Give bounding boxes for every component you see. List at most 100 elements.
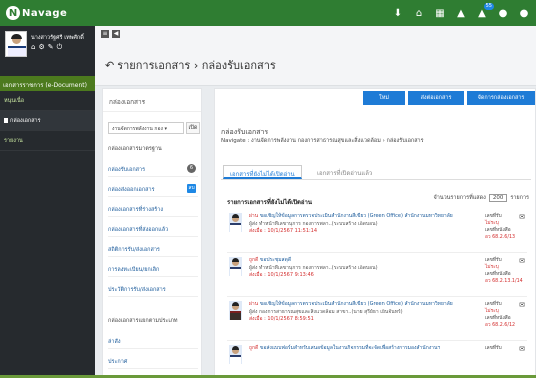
manage-box-button[interactable]: จัดการกล่องเอกสาร: [467, 91, 535, 105]
row-status: เลขที่รับ: [485, 345, 502, 352]
row-subject[interactable]: ขอเชิญให้ข้อมูลการตรวจประเมินสำนักงานสีเ…: [260, 301, 453, 307]
logo-text: Navage: [22, 7, 68, 19]
row-status: เลขที่รับ ไม่ระบุ เลขที่หนังสือ อว 68.2.6/1…: [485, 213, 515, 241]
action-bar: ใหม่ ส่งต่อเอกสาร จัดการกล่องเอกสาร: [215, 89, 536, 107]
row-sender: ผู้ส่ง กองการสาธารณสุขและสิ่งแวดล้อม สาข…: [249, 308, 403, 315]
table-row[interactable]: ถูกดี ขอประชุมสดุดี ผู้ส่ง ทำหน้าที่เลขาน…: [227, 253, 527, 297]
profile-actions: ⌂ ⚙ ✎ ⏻: [31, 43, 62, 52]
mailbox-item-label: กล่องส่งออกเอกสาร: [108, 187, 155, 193]
tab-read[interactable]: เอกสารที่เปิดอ่านแล้ว: [311, 165, 378, 179]
row-status: เลขที่รับไม่ระบุเลขที่หนังสืออว 68.2.13.…: [485, 257, 523, 285]
doc-number: อว 68.2.13.1/14: [485, 279, 523, 284]
forward-button[interactable]: ส่งต่อเอกสาร: [408, 91, 464, 105]
page-size-suffix: รายการ: [510, 195, 529, 201]
new-button[interactable]: ใหม่: [363, 91, 405, 105]
envelope-icon[interactable]: ✉: [519, 257, 525, 265]
table-row[interactable]: ผ่าน ขอเชิญให้ข้อมูลการตรวจประเมินสำนักง…: [227, 209, 527, 253]
mailbox-count-badge: 6: [187, 164, 196, 173]
page-title: ↶ รายการเอกสาร › กล่องรับเอกสาร: [105, 56, 276, 74]
top-navbar: N Navage ⬇ ⌂ ▦ ▲ ▲ 55 ● ●: [0, 0, 536, 26]
mailbox-item[interactable]: กล่องส่งออกเอกสาร ลบ: [108, 181, 198, 197]
user-name: นางสาวรัฐศรี เทพศักดิ์: [31, 35, 84, 41]
envelope-icon[interactable]: ✉: [519, 301, 525, 309]
row-content: ผ่าน ขอเชิญให้ข้อมูลการตรวจประเมินสำนักง…: [249, 301, 454, 324]
sidebar-item[interactable]: รายงาน: [0, 131, 95, 151]
menu-toggle-icon[interactable]: ≡: [101, 30, 109, 38]
receipt-label: เลขที่รับ: [485, 258, 502, 263]
table-row[interactable]: ถูกดี ขอส่งแบบฟอร์มสำหรับเสนอข้อมูลในงาน…: [227, 341, 527, 378]
mailbox-item[interactable]: สถิติการรับ/ส่งเอกสาร: [108, 241, 198, 257]
receipt-status: ไม่ระบุ: [485, 265, 499, 270]
receipt-status: ไม่ระบุ: [485, 309, 499, 314]
group-standard-title: กล่องเอกสารมาตรฐาน: [108, 146, 162, 152]
inbox-panel: ใหม่ ส่งต่อเอกสาร จัดการกล่องเอกสาร กล่องร…: [214, 88, 536, 378]
mailbox-item-label: ประวัติการรับ/ส่งเอกสาร: [108, 287, 166, 293]
page-size-control: จำนวนรายการที่แสดง 200 รายการ: [434, 194, 529, 202]
row-priority: ผ่าน: [249, 213, 259, 219]
row-priority: ถูกดี: [249, 257, 259, 263]
sender-avatar: [229, 345, 242, 364]
chat-icon[interactable]: ●: [497, 8, 509, 19]
back-arrow-icon[interactable]: ↶: [105, 59, 114, 72]
notification-icon[interactable]: ▲ 55: [476, 2, 494, 19]
tab-unread[interactable]: เอกสารที่ยังไม่ได้เปิดอ่าน: [223, 165, 302, 179]
mailbox-panel: กล่องเอกสาร งานจัดการพลังงาน กอง ▾ เปิด …: [102, 88, 202, 378]
receipt-label: เลขที่รับ: [485, 302, 502, 307]
mailbox-panel-title: กล่องเอกสาร: [109, 98, 146, 106]
row-subject[interactable]: ขอประชุมสดุดี: [260, 257, 291, 263]
sidebar-item[interactable]: กล่องเอกสาร: [0, 111, 95, 131]
mailbox-item-label: กล่องเอกสารที่ส่งออกแล้ว: [108, 227, 169, 233]
row-subject[interactable]: ขอส่งแบบฟอร์มสำหรับเสนอข้อมูลในงานกิจกรร…: [260, 345, 440, 351]
mailbox-item[interactable]: กล่องรับเอกสาร 6: [108, 161, 198, 177]
logout-icon[interactable]: ⏻: [57, 43, 63, 52]
bell-icon[interactable]: ▲: [455, 8, 467, 19]
mailbox-item-label: กล่องเอกสารที่ร่างสร้าง: [108, 207, 164, 213]
sidebar-item[interactable]: หนุนเนื่อ: [0, 91, 95, 111]
collapse-icon[interactable]: ◀: [112, 30, 120, 38]
row-content: ถูกดี ขอประชุมสดุดี ผู้ส่ง ทำหน้าที่เลขาน…: [249, 257, 454, 280]
user-icon[interactable]: ●: [518, 8, 530, 19]
doc-number: อว 68.2.6/12: [485, 323, 516, 328]
mailbox-type-item[interactable]: ประกาศ: [108, 353, 198, 369]
row-content: ผ่าน ขอเชิญให้ข้อมูลการตรวจประเมินสำนักง…: [249, 213, 454, 236]
row-priority: ผ่าน: [249, 301, 259, 307]
sidebar-item-label: รายงาน: [4, 138, 23, 144]
envelope-icon[interactable]: ✉: [519, 213, 525, 221]
row-priority: ถูกดี: [249, 345, 259, 351]
row-subject[interactable]: ขอเชิญให้ข้อมูลการตรวจประเมินสำนักงานสีเ…: [260, 213, 453, 219]
download-icon[interactable]: ⬇: [392, 8, 404, 19]
table-row[interactable]: ผ่าน ขอเชิญให้ข้อมูลการตรวจประเมินสำนักง…: [227, 297, 527, 341]
row-sender: ผู้ส่ง ทำหน้าที่เลขานุการ กองการพลา..(ระ…: [249, 264, 378, 271]
group-type-title: กล่องเอกสารแยกตามประเภท: [108, 318, 178, 324]
row-status: เลขที่รับ ไม่ระบุ เลขที่หนังสือ อว 68.2.6/1…: [485, 301, 515, 329]
mailbox-item[interactable]: การลงทะเบียน/ยกเลิก: [108, 261, 198, 277]
row-date: ส่งเมื่อ : 10/1/2567 11:51:14: [249, 228, 318, 234]
page-size-select[interactable]: 200: [488, 194, 508, 202]
mailbox-item[interactable]: กล่องเอกสารที่ส่งออกแล้ว: [108, 221, 198, 237]
home-icon[interactable]: ⌂: [413, 8, 425, 19]
breadcrumb: Navigate : งานจัดการพลังงาน กองการสาธารณ…: [221, 138, 424, 144]
mailbox-item[interactable]: ประวัติการรับ/ส่งเอกสาร: [108, 281, 198, 297]
settings-icon[interactable]: ⚙: [38, 43, 44, 52]
left-sidebar: นางสาวรัฐศรี เทพศักดิ์ ⌂ ⚙ ✎ ⏻ เอกสารราช…: [0, 26, 95, 378]
user-profile: นางสาวรัฐศรี เทพศักดิ์ ⌂ ⚙ ✎ ⏻: [0, 26, 95, 76]
home-icon[interactable]: ⌂: [31, 43, 35, 52]
app-logo[interactable]: N Navage: [0, 0, 100, 26]
department-select[interactable]: งานจัดการพลังงาน กอง ▾: [108, 122, 184, 134]
row-content: ถูกดี ขอส่งแบบฟอร์มสำหรับเสนอข้อมูลในงาน…: [249, 345, 454, 353]
edit-icon[interactable]: ✎: [48, 43, 54, 52]
sidebar-section-edocument[interactable]: เอกสารราชการ (e-Document): [0, 76, 95, 91]
sidebar-item-label: หนุนเนื่อ: [4, 98, 25, 104]
sender-avatar: [229, 213, 242, 232]
receipt-label: เลขที่รับ: [485, 346, 502, 351]
calendar-icon[interactable]: ▦: [434, 8, 446, 19]
open-button[interactable]: เปิด: [186, 122, 200, 134]
mailbox-type-item[interactable]: ล่าสัง: [108, 333, 198, 349]
doc-number-label: เลขที่หนังสือ: [485, 272, 511, 277]
mailbox-type-label: ล่าสัง: [108, 339, 121, 345]
avatar[interactable]: [5, 31, 27, 57]
document-icon: [4, 118, 8, 123]
envelope-icon[interactable]: ✉: [519, 345, 525, 353]
mailbox-item[interactable]: กล่องเอกสารที่ร่างสร้าง: [108, 201, 198, 217]
receipt-label: เลขที่รับ: [485, 214, 502, 219]
